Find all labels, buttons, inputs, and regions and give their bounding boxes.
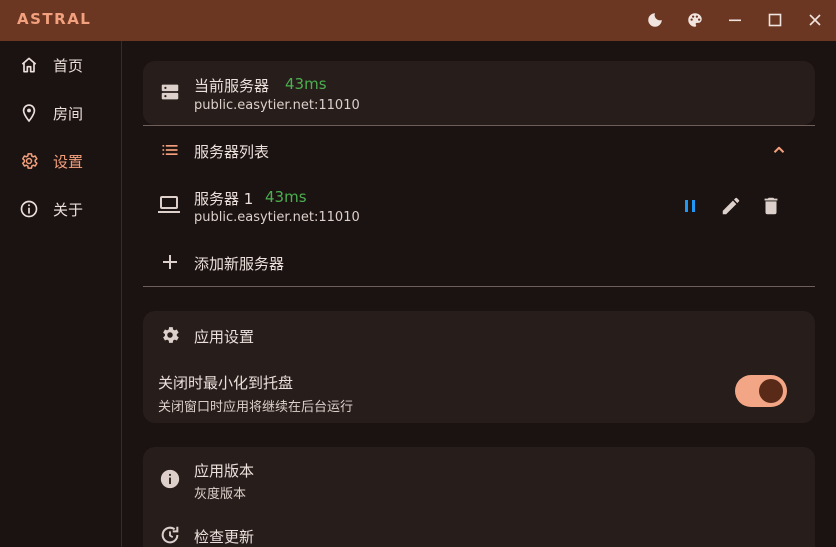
sidebar: 首页 房间 设置 关于: [0, 41, 122, 547]
theme-mode-icon[interactable]: [643, 8, 667, 32]
chevron-up-icon[interactable]: [770, 141, 788, 163]
palette-icon[interactable]: [683, 8, 707, 32]
settings-content: 当前服务器 43ms public.easytier.net:11010 服务器…: [122, 41, 836, 547]
divider: [143, 286, 815, 287]
version-value: 灰度版本: [194, 487, 247, 502]
edit-button[interactable]: [720, 195, 742, 221]
gear-icon: [19, 151, 39, 171]
plus-icon: [160, 252, 180, 276]
location-pin-icon: [19, 103, 39, 123]
delete-button[interactable]: [760, 195, 782, 221]
sidebar-item-rooms[interactable]: 房间: [0, 93, 121, 133]
divider: [143, 125, 815, 126]
minimize-to-tray-label: 关闭时最小化到托盘: [158, 374, 294, 392]
current-server-title: 当前服务器: [194, 77, 270, 95]
sidebar-item-settings[interactable]: 设置: [0, 141, 121, 181]
maximize-icon[interactable]: [763, 8, 787, 32]
app-settings-title: 应用设置: [194, 328, 255, 346]
current-server-latency: 43ms: [285, 75, 327, 93]
toggle-knob: [759, 379, 783, 403]
close-icon[interactable]: [803, 8, 827, 32]
info-icon: [159, 468, 181, 494]
server-name: 服务器 1: [194, 190, 254, 208]
server-icon: [159, 81, 181, 107]
sidebar-item-label: 设置: [53, 153, 84, 171]
update-icon: [159, 524, 181, 547]
minimize-icon[interactable]: [723, 8, 747, 32]
sidebar-item-about[interactable]: 关于: [0, 189, 121, 229]
app-title: ASTRAL: [17, 10, 92, 28]
add-server-label: 添加新服务器: [194, 255, 285, 273]
sidebar-item-home[interactable]: 首页: [0, 45, 121, 85]
title-bar: ASTRAL: [0, 0, 836, 41]
minimize-to-tray-toggle[interactable]: [735, 375, 787, 407]
server-list-title: 服务器列表: [194, 143, 270, 161]
server-address: public.easytier.net:11010: [194, 210, 360, 225]
sidebar-item-label: 房间: [53, 105, 84, 123]
list-icon: [160, 140, 180, 164]
info-icon: [19, 199, 39, 219]
home-icon: [19, 55, 39, 75]
sidebar-item-label: 首页: [53, 57, 84, 75]
version-title: 应用版本: [194, 462, 255, 480]
sidebar-item-label: 关于: [53, 201, 84, 219]
pause-button[interactable]: [680, 196, 700, 220]
server-latency: 43ms: [265, 188, 307, 206]
check-update-label: 检查更新: [194, 528, 255, 546]
minimize-to-tray-description: 关闭窗口时应用将继续在后台运行: [158, 400, 354, 415]
gear-icon: [159, 324, 181, 350]
current-server-address: public.easytier.net:11010: [194, 98, 360, 113]
laptop-icon: [157, 194, 181, 220]
